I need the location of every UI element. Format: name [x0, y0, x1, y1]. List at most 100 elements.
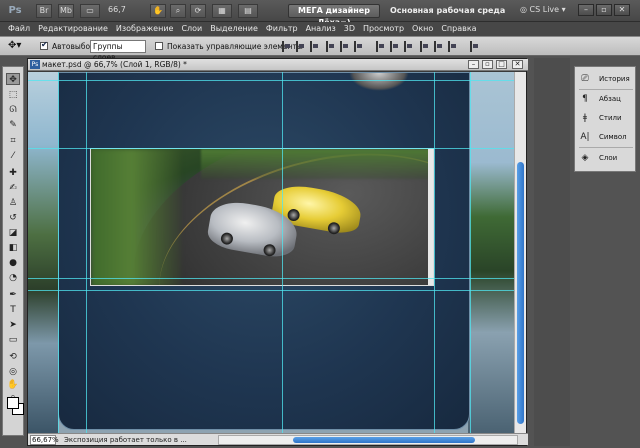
- menu-window[interactable]: Окно: [408, 22, 437, 36]
- vertical-scrollbar[interactable]: [514, 72, 526, 434]
- guide-vertical[interactable]: [86, 72, 87, 434]
- distribute-hcenter-icon[interactable]: [434, 41, 443, 52]
- status-text[interactable]: Экспозиция работает только в ...: [64, 436, 187, 444]
- arrange-docs-icon[interactable]: ▦: [212, 4, 232, 18]
- screen-mode-2-icon[interactable]: ▤: [238, 4, 258, 18]
- history-brush-tool-icon[interactable]: ↺: [6, 212, 20, 224]
- guide-vertical[interactable]: [470, 72, 471, 434]
- distribute-bottom-icon[interactable]: [404, 41, 413, 52]
- guide-horizontal[interactable]: [28, 80, 516, 81]
- align-hcenter-icon[interactable]: [340, 41, 349, 52]
- menu-edit[interactable]: Редактирование: [34, 22, 112, 36]
- align-left-icon[interactable]: [326, 41, 335, 52]
- guide-horizontal[interactable]: [28, 290, 516, 291]
- gradient-tool-icon[interactable]: ◧: [6, 242, 20, 254]
- paragraph-icon: ¶: [582, 94, 588, 104]
- menu-file[interactable]: Файл: [4, 22, 34, 36]
- align-top-icon[interactable]: [282, 41, 291, 52]
- menu-image[interactable]: Изображение: [112, 22, 178, 36]
- lasso-tool-icon[interactable]: ᘏ: [6, 104, 20, 116]
- marquee-tool-icon[interactable]: ⬚: [6, 89, 20, 101]
- cs-live-menu[interactable]: ◎ CS Live ▾: [520, 5, 566, 14]
- 3d-rotate-tool-icon[interactable]: ⟲: [6, 351, 20, 363]
- quick-select-tool-icon[interactable]: ✎: [6, 119, 20, 131]
- rotate-view-icon[interactable]: ⟳: [190, 4, 206, 18]
- tools-panel: ✥ ⬚ ᘏ ✎ ⌗ ⁄ ✚ ✍ ♙ ↺ ◪ ◧ ● ◔ ✒ T ➤ ▭ ⟲ ◎ …: [2, 66, 24, 436]
- screen-mode-icon[interactable]: ▭: [80, 4, 100, 18]
- guide-horizontal[interactable]: [28, 278, 516, 279]
- doc-close-icon[interactable]: ✕: [512, 60, 523, 69]
- distribute-right-icon[interactable]: [448, 41, 457, 52]
- show-controls-checkbox[interactable]: [155, 42, 163, 50]
- brush-tool-icon[interactable]: ✍: [6, 182, 20, 194]
- autoselect-dropdown[interactable]: Группы слоев: [90, 40, 146, 62]
- menu-select[interactable]: Выделение: [206, 22, 262, 36]
- move-tool-preset-icon[interactable]: ✥▾: [8, 40, 21, 51]
- distribute-top-icon[interactable]: [376, 41, 385, 52]
- vertical-scroll-thumb[interactable]: [517, 162, 524, 424]
- panel-layers[interactable]: ◈ Слои: [579, 149, 635, 167]
- pen-tool-icon[interactable]: ✒: [6, 289, 20, 301]
- hand-icon[interactable]: ✋: [150, 4, 166, 18]
- align-vcenter-icon[interactable]: [296, 41, 305, 52]
- doc-restore-icon[interactable]: ▫: [482, 60, 493, 69]
- doc-maximize-icon[interactable]: □: [496, 60, 507, 69]
- workspace-switcher[interactable]: Основная рабочая среда: [390, 6, 505, 15]
- panel-paragraph[interactable]: ¶ Абзац: [579, 90, 635, 108]
- dodge-tool-icon[interactable]: ◔: [6, 272, 20, 284]
- guide-vertical[interactable]: [434, 72, 435, 434]
- autoselect-checkbox[interactable]: [40, 40, 48, 50]
- doc-minimize-icon[interactable]: –: [468, 60, 479, 69]
- hand-tool-icon[interactable]: ✋: [6, 379, 20, 391]
- path-select-tool-icon[interactable]: ➤: [6, 319, 20, 331]
- panel-history[interactable]: ⎚ История: [579, 70, 635, 88]
- distribute-vcenter-icon[interactable]: [390, 41, 399, 52]
- zoom-tool-icon[interactable]: ⌕: [170, 4, 186, 18]
- move-tool-icon[interactable]: ✥: [6, 73, 20, 85]
- foreground-color-swatch[interactable]: [7, 397, 19, 409]
- distribute-left-icon[interactable]: [420, 41, 429, 52]
- menu-help[interactable]: Справка: [437, 22, 480, 36]
- zoom-field[interactable]: 66,67%: [30, 435, 59, 445]
- document-tab[interactable]: Ps макет.psd @ 66,7% (Слой 1, RGB/8) * –…: [28, 59, 528, 71]
- type-tool-icon[interactable]: T: [6, 304, 20, 316]
- menu-filter[interactable]: Фильтр: [262, 22, 302, 36]
- menu-layers[interactable]: Слои: [177, 22, 206, 36]
- guide-horizontal[interactable]: [28, 148, 516, 149]
- align-right-icon[interactable]: [354, 41, 363, 52]
- cars-photo-layer[interactable]: [90, 148, 434, 286]
- clone-stamp-tool-icon[interactable]: ♙: [6, 197, 20, 209]
- brand-button[interactable]: МЕГА дизайнер Лёха=): [288, 4, 380, 27]
- auto-align-icon[interactable]: [470, 41, 479, 52]
- mini-bridge-icon[interactable]: Mb: [58, 4, 74, 18]
- maximize-icon[interactable]: ▫: [596, 4, 612, 16]
- horizontal-scrollbar[interactable]: [218, 435, 518, 445]
- align-bottom-icon[interactable]: [310, 41, 319, 52]
- menu-3d[interactable]: 3D: [340, 22, 359, 36]
- crop-tool-icon[interactable]: ⌗: [6, 135, 20, 147]
- close-icon[interactable]: ✕: [614, 4, 630, 16]
- guide-vertical[interactable]: [58, 72, 59, 434]
- horizontal-scroll-thumb[interactable]: [293, 437, 475, 443]
- photoshop-logo: Ps: [8, 5, 22, 16]
- styles-icon: ǂ: [582, 113, 588, 123]
- cs-live-label: CS Live: [529, 5, 560, 14]
- menu-bar: Файл Редактирование Изображение Слои Выд…: [0, 22, 640, 36]
- menu-view[interactable]: Просмотр: [359, 22, 408, 36]
- minimize-icon[interactable]: –: [578, 4, 594, 16]
- zoom-level-value[interactable]: 66,7: [108, 5, 126, 14]
- psd-file-icon: Ps: [30, 60, 40, 69]
- menu-analysis[interactable]: Анализ: [302, 22, 340, 36]
- 3d-orbit-tool-icon[interactable]: ◎: [6, 366, 20, 378]
- guide-vertical[interactable]: [282, 72, 283, 434]
- eraser-tool-icon[interactable]: ◪: [6, 227, 20, 239]
- panel-character[interactable]: A| Символ: [579, 128, 635, 146]
- healing-tool-icon[interactable]: ✚: [6, 167, 20, 179]
- shape-tool-icon[interactable]: ▭: [6, 334, 20, 346]
- blur-tool-icon[interactable]: ●: [6, 257, 20, 269]
- eyedropper-tool-icon[interactable]: ⁄: [6, 150, 20, 162]
- wheel: [262, 243, 277, 258]
- document-canvas[interactable]: [28, 72, 516, 434]
- bridge-icon[interactable]: Br: [36, 4, 52, 18]
- panel-styles[interactable]: ǂ Стили: [579, 109, 635, 127]
